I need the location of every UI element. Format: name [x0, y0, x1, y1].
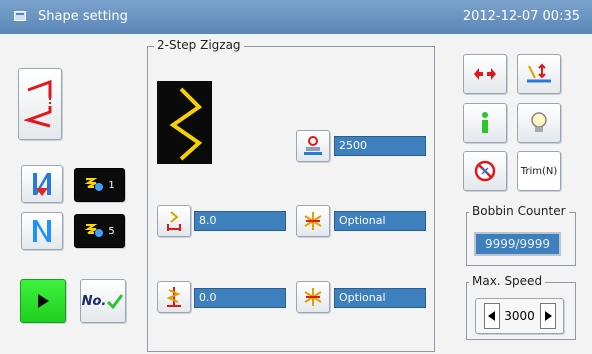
speed-decrease-button[interactable] — [483, 303, 500, 329]
play-button[interactable] — [20, 279, 66, 323]
cross-stitch-icon — [304, 288, 322, 306]
light-button[interactable] — [517, 103, 561, 143]
bobbin-counter-title: Bobbin Counter — [469, 204, 569, 218]
no-label: No. — [81, 293, 107, 309]
sewing-speed-button[interactable] — [296, 130, 330, 162]
info-button[interactable] — [463, 103, 507, 143]
checkmark-icon — [107, 294, 124, 310]
needle-position-button[interactable] — [517, 54, 561, 94]
no-trim-button[interactable] — [463, 151, 507, 191]
zigzag-width-icon — [167, 211, 181, 231]
offset-value-field[interactable]: 0.0 — [194, 288, 286, 308]
zigzag-preview — [157, 81, 212, 164]
speed-value-field[interactable]: 2500 — [334, 136, 426, 156]
option2-value-field[interactable]: Optional — [334, 288, 426, 308]
lightbulb-icon — [531, 112, 547, 132]
window-icon — [14, 11, 26, 21]
trim-button[interactable]: Trim(N) — [517, 151, 561, 191]
speed-increase-button[interactable] — [539, 303, 556, 329]
pattern-counter-1[interactable]: 1 — [74, 168, 125, 202]
width-value-field[interactable]: 8.0 — [194, 211, 286, 231]
zigzag-width-button[interactable] — [157, 205, 191, 237]
reverse-n-icon — [33, 173, 51, 196]
zigzag-offset-icon — [166, 287, 181, 307]
play-icon — [38, 294, 49, 308]
pattern-counter-2[interactable]: 5 — [74, 214, 125, 248]
date-time: 2012-12-07 00:35 — [462, 9, 580, 24]
stitch-option-1-button[interactable] — [296, 205, 330, 237]
repeat-button[interactable] — [463, 54, 507, 94]
pattern-number-button[interactable]: No. — [80, 279, 126, 323]
zigzag-shape-icon — [24, 79, 52, 128]
needle-up-down-icon — [527, 63, 551, 83]
title-bar: Shape setting 2012-12-07 00:35 — [0, 0, 592, 34]
max-speed-control: 3000 — [475, 298, 564, 334]
max-speed-value: 3000 — [504, 309, 535, 323]
repeat-arrows-icon — [474, 68, 496, 80]
group-title: 2-Step Zigzag — [154, 38, 244, 52]
zigzag-offset-button[interactable] — [157, 281, 191, 313]
zigzag-pattern-icon — [169, 87, 203, 161]
stitch-count-icon — [85, 178, 104, 191]
no-trim-icon — [474, 160, 496, 182]
arrow-right-icon — [544, 311, 552, 321]
pattern-count-1: 1 — [108, 179, 115, 191]
bobbin-counter-value[interactable]: 9999/9999 — [474, 232, 561, 256]
shape-select-button[interactable] — [18, 68, 62, 140]
shape-setting-screen: Shape setting 2012-12-07 00:35 1 5 No. 2… — [0, 0, 592, 354]
arrow-left-icon — [487, 311, 495, 321]
window-title: Shape setting — [38, 9, 128, 24]
pattern-count-2: 5 — [108, 225, 115, 237]
max-speed-title: Max. Speed — [469, 274, 546, 288]
option1-value-field[interactable]: Optional — [334, 211, 426, 231]
direction-reverse-button[interactable] — [21, 165, 63, 203]
cross-stitch-icon — [304, 212, 322, 230]
normal-n-icon — [33, 220, 51, 242]
stitch-option-2-button[interactable] — [296, 281, 330, 313]
direction-normal-button[interactable] — [21, 212, 63, 250]
trim-label: Trim(N) — [520, 165, 558, 177]
sewing-machine-speed-icon — [304, 136, 322, 155]
info-icon — [482, 112, 488, 133]
stitch-count-icon — [85, 224, 104, 237]
